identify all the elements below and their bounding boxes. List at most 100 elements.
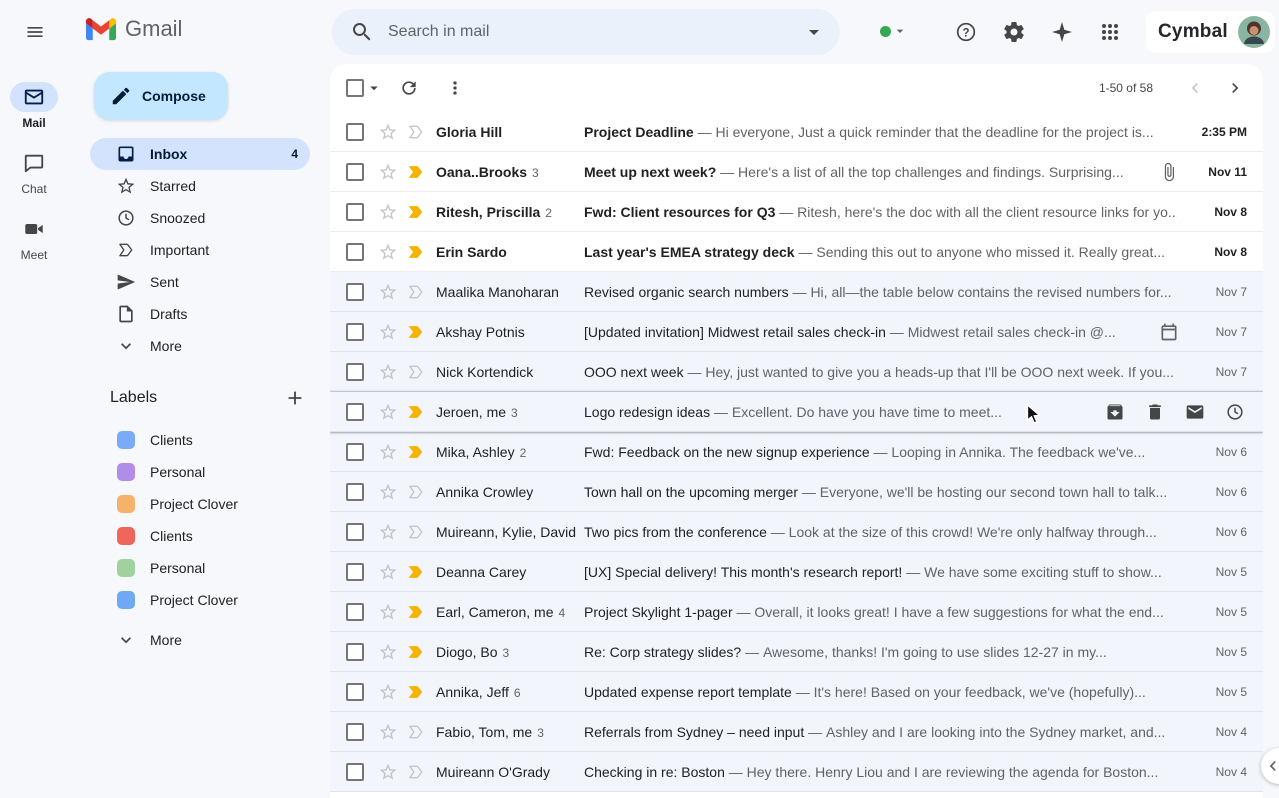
email-row[interactable]: Gloria Hill Project Deadline — Hi everyo… (330, 112, 1263, 152)
side-panel-toggle-button[interactable] (1261, 748, 1279, 784)
star-icon[interactable] (378, 642, 398, 662)
hamburger-menu-button[interactable] (14, 11, 56, 53)
row-checkbox[interactable] (346, 363, 364, 381)
label-item-project-clover[interactable]: Project Clover (90, 584, 310, 616)
email-row[interactable]: Mika, Ashley2 Fwd: Feedback on the new s… (330, 432, 1263, 472)
email-row[interactable]: Oana..Brooks3 Meet up next week? — Here'… (330, 152, 1263, 192)
apps-grid-button[interactable] (1090, 12, 1130, 52)
star-icon[interactable] (378, 562, 398, 582)
email-row[interactable]: Annika, Jeff6 Updated expense report tem… (330, 672, 1263, 712)
importance-marker-icon[interactable] (406, 682, 426, 702)
row-checkbox[interactable] (346, 763, 364, 781)
importance-marker-icon[interactable] (406, 602, 426, 622)
row-checkbox[interactable] (346, 403, 364, 421)
star-icon[interactable] (378, 762, 398, 782)
email-row[interactable]: Diogo, Bo3 Re: Corp strategy slides? — A… (330, 632, 1263, 672)
mark-as-read-button[interactable] (1175, 392, 1215, 432)
star-icon[interactable] (378, 162, 398, 182)
presence-status[interactable] (880, 23, 908, 39)
star-icon[interactable] (378, 202, 398, 222)
importance-marker-icon[interactable] (406, 122, 426, 142)
select-caret-icon[interactable] (365, 79, 383, 97)
sidebar-labels-more[interactable]: More (90, 624, 310, 656)
star-icon[interactable] (378, 522, 398, 542)
sidebar-item-more[interactable]: More (90, 330, 310, 362)
rail-item-chat[interactable]: Chat (10, 148, 58, 196)
search-input[interactable] (388, 23, 802, 41)
importance-marker-icon[interactable] (406, 282, 426, 302)
row-checkbox[interactable] (346, 683, 364, 701)
star-icon[interactable] (378, 722, 398, 742)
email-row[interactable]: Annika Crowley Town hall on the upcoming… (330, 472, 1263, 512)
importance-marker-icon[interactable] (406, 522, 426, 542)
rail-item-meet[interactable]: Meet (10, 214, 58, 262)
row-checkbox[interactable] (346, 443, 364, 461)
row-checkbox[interactable] (346, 243, 364, 261)
importance-marker-icon[interactable] (406, 562, 426, 582)
more-options-button[interactable] (435, 68, 475, 108)
row-checkbox[interactable] (346, 523, 364, 541)
label-item-personal[interactable]: Personal (90, 456, 310, 488)
label-item-clients[interactable]: Clients (90, 424, 310, 456)
rail-item-mail[interactable]: Mail (10, 82, 58, 130)
importance-marker-icon[interactable] (406, 242, 426, 262)
star-icon[interactable] (378, 682, 398, 702)
star-icon[interactable] (378, 122, 398, 142)
importance-marker-icon[interactable] (406, 162, 426, 182)
importance-marker-icon[interactable] (406, 762, 426, 782)
email-row[interactable]: Maalika Manoharan Revised organic search… (330, 272, 1263, 312)
importance-marker-icon[interactable] (406, 442, 426, 462)
sidebar-item-starred[interactable]: Starred (90, 170, 310, 202)
email-row[interactable]: Deanna Carey [UX] Special delivery! This… (330, 552, 1263, 592)
star-icon[interactable] (378, 602, 398, 622)
email-row[interactable]: Jeroen, me3 Logo redesign ideas — Excell… (330, 392, 1263, 432)
archive-button[interactable] (1095, 392, 1135, 432)
star-icon[interactable] (378, 242, 398, 262)
sidebar-item-important[interactable]: Important (90, 234, 310, 266)
newer-page-button[interactable] (1175, 68, 1215, 108)
star-icon[interactable] (378, 442, 398, 462)
delete-button[interactable] (1135, 392, 1175, 432)
older-page-button[interactable] (1215, 68, 1255, 108)
email-row[interactable]: Nick Kortendick OOO next week — Hey, jus… (330, 352, 1263, 392)
importance-marker-icon[interactable] (406, 202, 426, 222)
row-checkbox[interactable] (346, 163, 364, 181)
settings-button[interactable] (994, 12, 1034, 52)
row-checkbox[interactable] (346, 483, 364, 501)
label-item-clients[interactable]: Clients (90, 520, 310, 552)
row-checkbox[interactable] (346, 723, 364, 741)
email-row[interactable]: Fabio, Tom, me3 Referrals from Sydney – … (330, 712, 1263, 752)
label-item-project-clover[interactable]: Project Clover (90, 488, 310, 520)
add-label-icon[interactable] (284, 387, 306, 409)
importance-marker-icon[interactable] (406, 402, 426, 422)
importance-marker-icon[interactable] (406, 722, 426, 742)
search-options-caret-icon[interactable] (802, 20, 826, 44)
sidebar-item-drafts[interactable]: Drafts (90, 298, 310, 330)
star-icon[interactable] (378, 482, 398, 502)
importance-marker-icon[interactable] (406, 362, 426, 382)
email-row[interactable]: Akshay Potnis [Updated invitation] Midwe… (330, 312, 1263, 352)
email-row[interactable]: Muireann, Kylie, David Two pics from the… (330, 512, 1263, 552)
star-icon[interactable] (378, 282, 398, 302)
select-all-checkbox[interactable] (346, 79, 364, 97)
search-bar[interactable] (332, 9, 840, 55)
email-row[interactable]: Ritesh, Priscilla2 Fwd: Client resources… (330, 192, 1263, 232)
email-row[interactable]: Earl, Cameron, me4 Project Skylight 1-pa… (330, 592, 1263, 632)
avatar[interactable] (1238, 16, 1270, 48)
help-button[interactable]: ? (946, 12, 986, 52)
star-icon[interactable] (378, 402, 398, 422)
search-icon[interactable] (350, 20, 374, 44)
gemini-button[interactable] (1042, 12, 1082, 52)
star-icon[interactable] (378, 322, 398, 342)
row-checkbox[interactable] (346, 323, 364, 341)
sidebar-item-inbox[interactable]: Inbox 4 (90, 138, 310, 170)
label-item-personal[interactable]: Personal (90, 552, 310, 584)
importance-marker-icon[interactable] (406, 642, 426, 662)
email-row[interactable]: Erin Sardo Last year's EMEA strategy dec… (330, 232, 1263, 272)
refresh-button[interactable] (389, 68, 429, 108)
importance-marker-icon[interactable] (406, 322, 426, 342)
row-checkbox[interactable] (346, 643, 364, 661)
row-checkbox[interactable] (346, 563, 364, 581)
compose-button[interactable]: Compose (94, 72, 228, 120)
sidebar-item-sent[interactable]: Sent (90, 266, 310, 298)
